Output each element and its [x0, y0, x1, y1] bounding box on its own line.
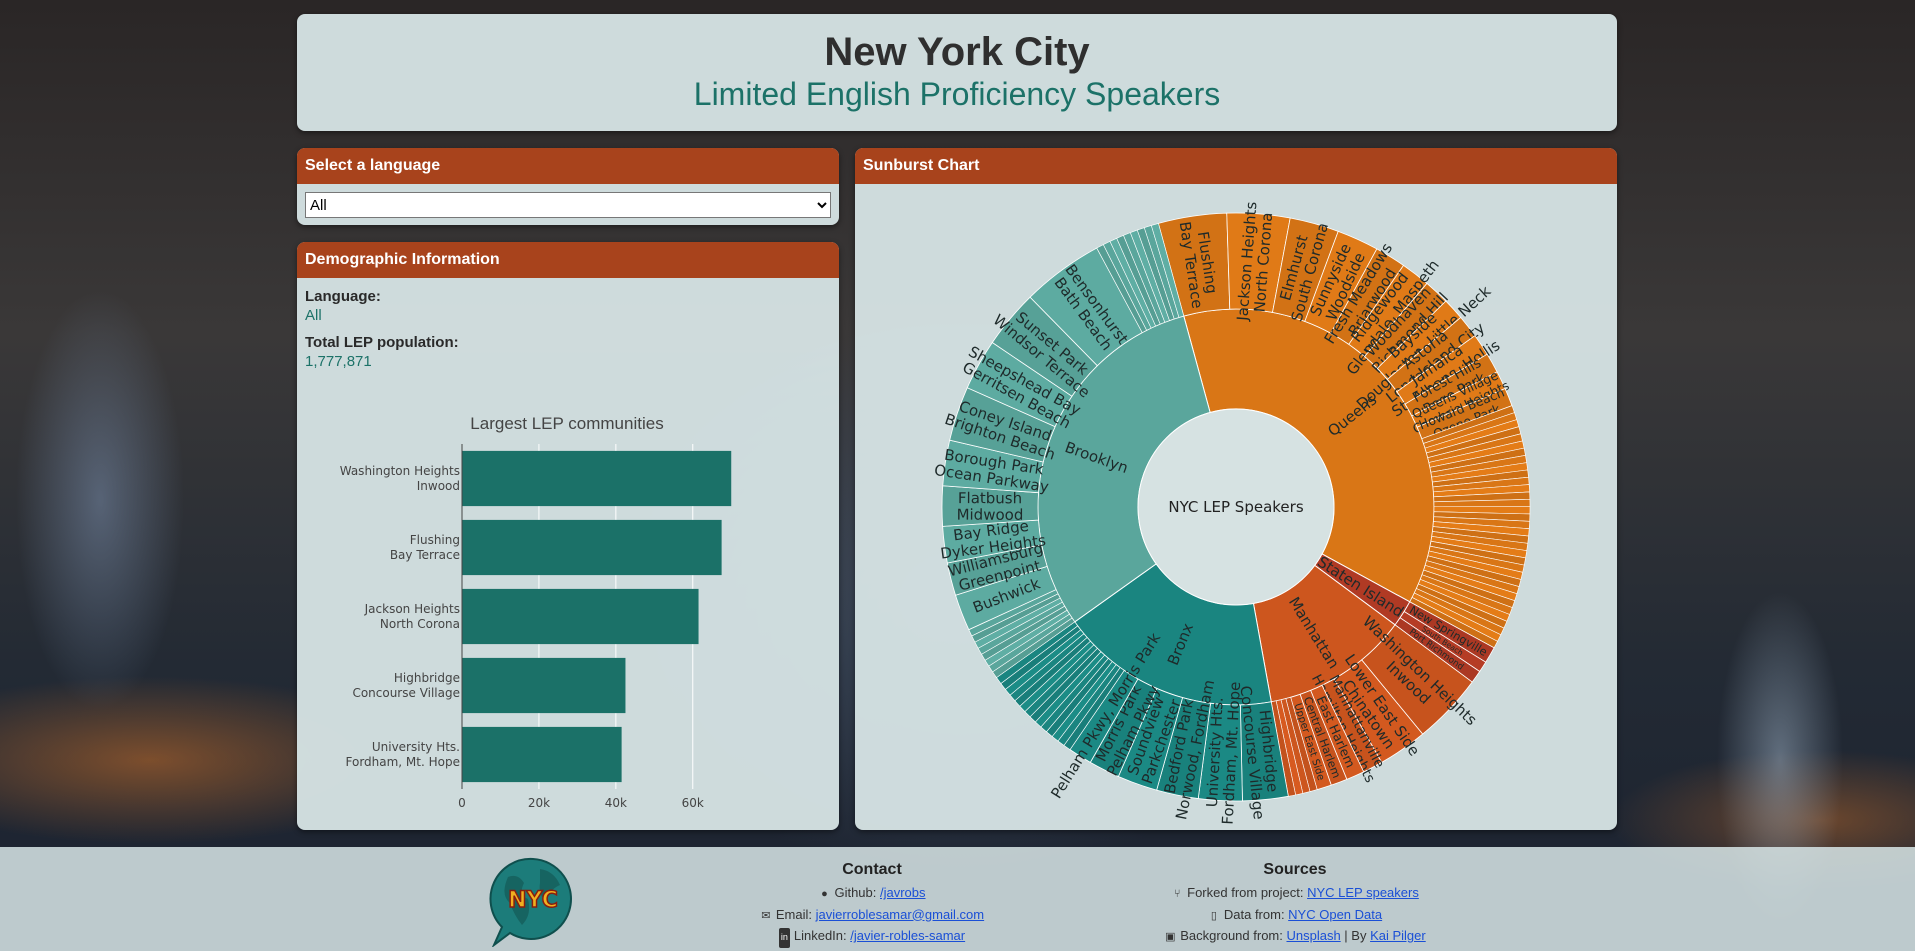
language-panel: Select a language All — [297, 148, 839, 225]
logo-text: NYC — [508, 888, 558, 913]
language-value: All — [305, 307, 322, 324]
language-panel-header: Select a language — [297, 148, 839, 184]
demographic-panel-header: Demographic Information — [297, 242, 839, 278]
contact-title: Contact — [842, 861, 902, 878]
title-card: New York City Limited English Proficienc… — [297, 14, 1617, 131]
envelope-icon: ✉ — [761, 909, 771, 922]
nyc-logo: NYC — [489, 857, 572, 947]
bar-category-label: Washington Heights — [340, 464, 460, 478]
population-label: Total LEP population: — [305, 334, 459, 351]
unsplash-link[interactable]: Unsplash — [1286, 928, 1340, 943]
page-subtitle: Limited English Proficiency Speakers — [693, 76, 1221, 112]
background-label: Background from: — [1180, 928, 1287, 943]
fork-label: Forked from project: — [1187, 885, 1308, 900]
fork-link[interactable]: NYC LEP speakers — [1307, 885, 1419, 900]
data-line: ▯ Data from: NYC Open Data — [1130, 905, 1460, 927]
contact-section: Contact ● Github: /javrobs ✉ Email: javier… — [752, 860, 992, 948]
language-select[interactable]: All — [305, 192, 831, 218]
bar-x-tick-label: 40k — [605, 796, 627, 810]
github-icon: ● — [821, 888, 828, 900]
sunburst-community-label: Flatbush Midwood — [957, 489, 1024, 524]
sources-section: Sources ⑂ Forked from project: NYC LEP sp… — [1130, 860, 1460, 948]
sources-title: Sources — [1263, 861, 1327, 878]
language-label: Language: — [305, 288, 381, 305]
linkedin-label: LinkedIn: — [793, 928, 851, 943]
bar-x-tick-label: 60k — [682, 796, 704, 810]
bar-4[interactable] — [462, 726, 622, 783]
kai-pilger-link[interactable]: Kai Pilger — [1370, 928, 1426, 943]
demographic-panel: Demographic Information Language: All To… — [297, 242, 839, 830]
linkedin-link[interactable]: /javier-robles-samar — [850, 928, 965, 943]
fork-line: ⑂ Forked from project: NYC LEP speakers — [1130, 883, 1460, 905]
bar-category-label: Jackson Heights — [364, 602, 460, 616]
bar-category-label: North Corona — [380, 617, 460, 631]
bar-2[interactable] — [462, 588, 699, 645]
bar-category-label: University Hts. — [372, 740, 460, 754]
sunburst-panel-header: Sunburst Chart — [855, 148, 1617, 184]
bar-x-tick-label: 20k — [528, 796, 550, 810]
sunburst-root-label: NYC LEP Speakers — [1168, 498, 1303, 516]
github-line: ● Github: /javrobs — [752, 883, 992, 905]
github-link[interactable]: /javrobs — [880, 885, 926, 900]
linkedin-icon: in — [778, 928, 790, 948]
bar-category-label: Highbridge — [394, 671, 460, 685]
population-value: 1,777,871 — [305, 353, 372, 370]
sunburst-chart[interactable]: FlushingBay Terrace Jackson HeightsNorth … — [855, 184, 1617, 830]
image-icon: ▣ — [1165, 931, 1176, 943]
bar-category-label: Concourse Village — [352, 686, 460, 700]
file-icon: ▯ — [1210, 909, 1217, 922]
bar-0[interactable] — [462, 450, 732, 507]
bar-3[interactable] — [462, 657, 626, 714]
bar-1[interactable] — [462, 519, 722, 576]
data-link[interactable]: NYC Open Data — [1288, 907, 1382, 922]
background-separator: | By — [1340, 928, 1371, 943]
fork-icon: ⑂ — [1173, 888, 1181, 900]
largest-communities-bar-chart[interactable]: Largest LEP communities 0 20k 40k 60k Washing… — [297, 402, 839, 822]
footer: NYC Contact ● Github: /javrobs ✉ Email: ja… — [0, 847, 1915, 951]
page-title: New York City — [824, 30, 1090, 74]
email-line: ✉ Email: javierroblesamar@gmail.com — [752, 905, 992, 927]
linkedin-line: in LinkedIn: /javier-robles-samar — [752, 926, 992, 948]
data-label: Data from: — [1223, 906, 1289, 922]
sunburst-panel: Sunburst Chart FlushingBay Terrace Jackso… — [855, 148, 1617, 830]
bar-chart-title: Largest LEP communities — [470, 414, 663, 433]
bar-x-tick-label: 0 — [458, 796, 466, 810]
bar-category-label: Fordham, Mt. Hope — [346, 755, 461, 769]
github-label: Github: — [834, 885, 880, 900]
email-link[interactable]: javierroblesamar@gmail.com — [816, 907, 985, 922]
bar-category-label: Inwood — [417, 479, 460, 493]
bar-category-label: Bay Terrace — [390, 548, 460, 562]
bar-category-label: Flushing — [410, 533, 460, 547]
email-label: Email: — [775, 906, 816, 922]
background-line: ▣ Background from: Unsplash | By Kai Pilg… — [1130, 926, 1460, 948]
